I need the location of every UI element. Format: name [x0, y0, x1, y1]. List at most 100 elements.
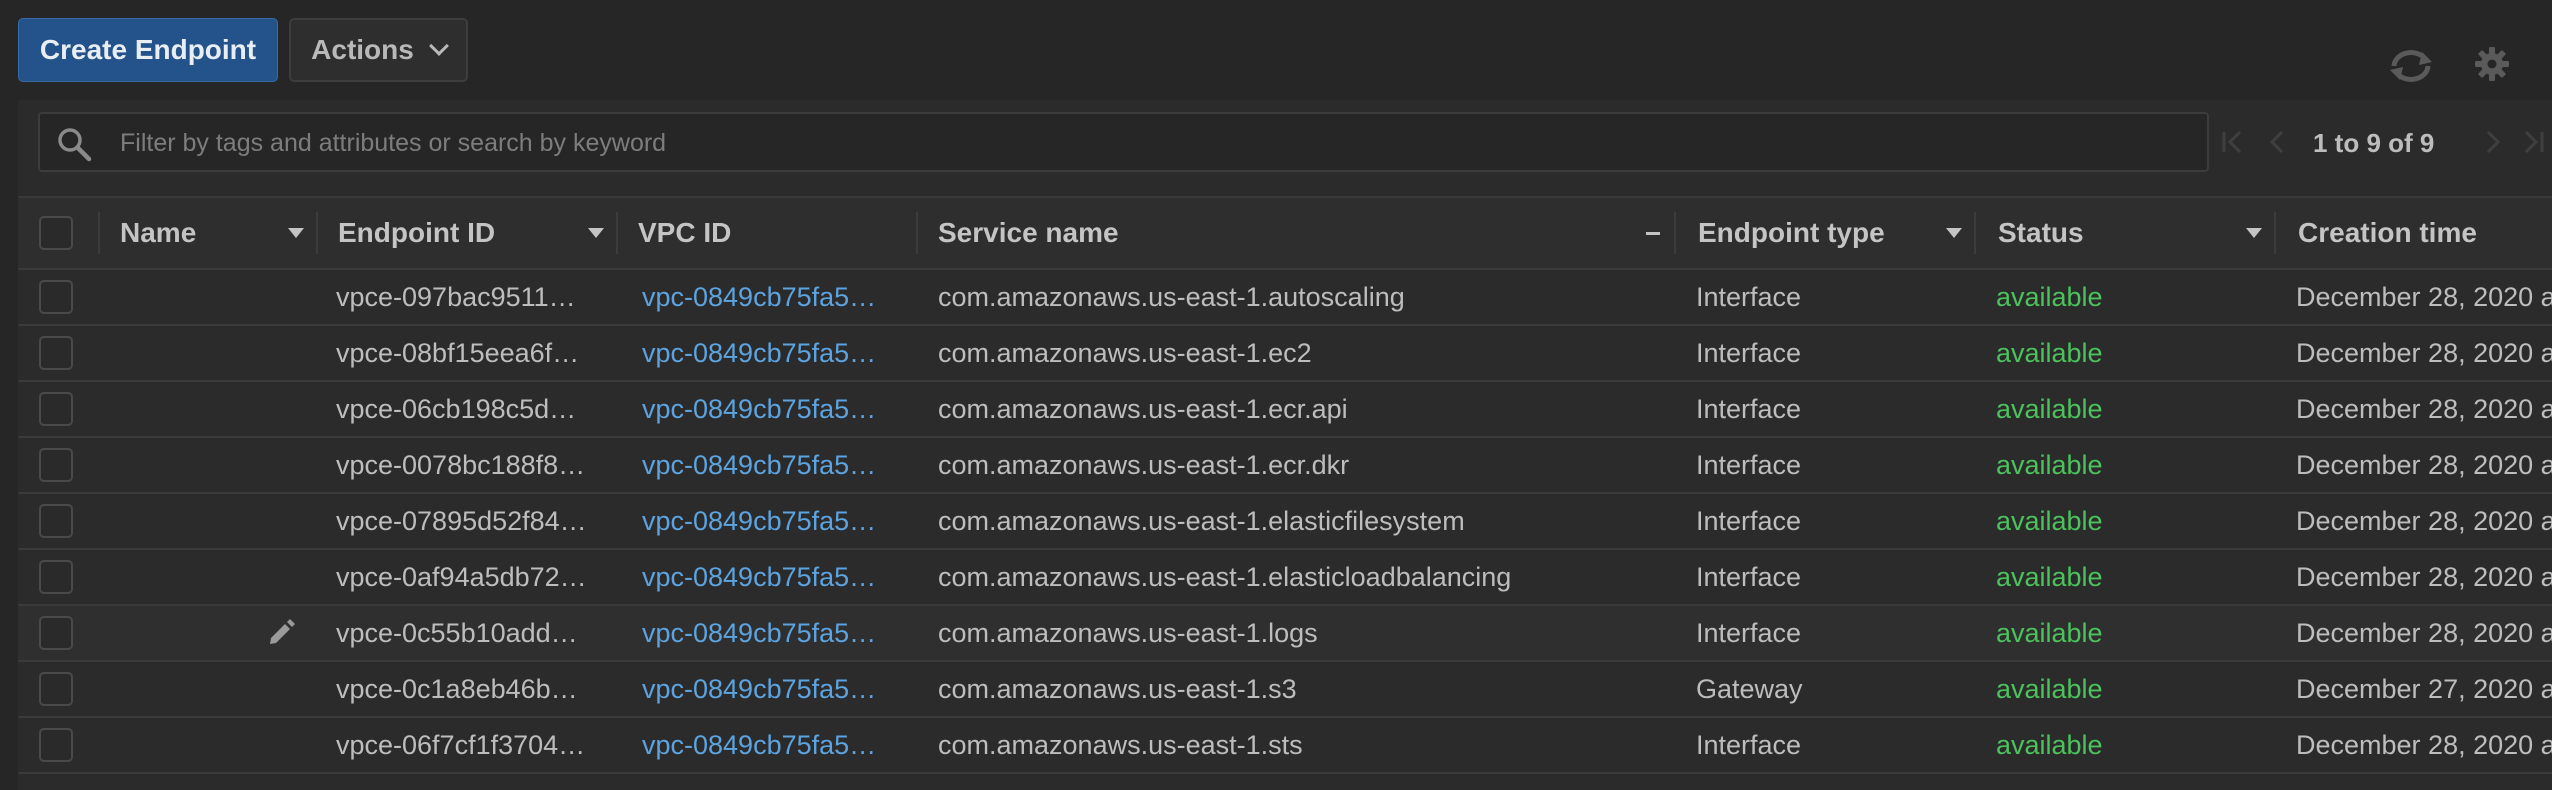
vpc-id-link[interactable]: vpc-0849cb75fa5…	[642, 326, 906, 380]
status-cell: available	[1996, 281, 2103, 312]
row-checkbox[interactable]	[39, 504, 73, 538]
endpoint-id-cell: vpce-0078bc188f8…	[336, 449, 586, 480]
status-cell: available	[1996, 561, 2103, 592]
vpc-id-link[interactable]: vpc-0849cb75fa5…	[642, 494, 906, 548]
endpoint-id-cell: vpce-06cb198c5d…	[336, 393, 577, 424]
endpoint-type-cell: Interface	[1696, 337, 1802, 368]
creation-time-cell: December 28, 2020 a	[2296, 449, 2552, 480]
gear-icon[interactable]	[2474, 46, 2510, 82]
column-divider	[1974, 212, 1976, 254]
column-header-status[interactable]: Status	[1998, 198, 2084, 268]
creation-time-cell: December 28, 2020 a	[2296, 617, 2552, 648]
endpoint-id-cell: vpce-0c55b10add…	[336, 617, 578, 648]
vpc-id-link[interactable]: vpc-0849cb75fa5…	[642, 550, 906, 604]
endpoints-panel: 1 to 9 of 9 Name Endpoint ID VPC ID Serv…	[18, 100, 2552, 790]
row-checkbox[interactable]	[39, 672, 73, 706]
vpc-id-link[interactable]: vpc-0849cb75fa5…	[642, 718, 906, 772]
table-row[interactable]: vpce-08bf15eea6f… vpc-0849cb75fa5… com.a…	[18, 326, 2552, 382]
endpoint-type-cell: Interface	[1696, 393, 1802, 424]
creation-time-cell: December 28, 2020 a	[2296, 337, 2552, 368]
endpoint-id-cell: vpce-0c1a8eb46b…	[336, 673, 578, 704]
row-checkbox[interactable]	[39, 448, 73, 482]
table-row[interactable]: vpce-0af94a5db72… vpc-0849cb75fa5… com.a…	[18, 550, 2552, 606]
row-checkbox[interactable]	[39, 728, 73, 762]
creation-time-cell: December 28, 2020 a	[2296, 561, 2552, 592]
table-row[interactable]: vpce-0078bc188f8… vpc-0849cb75fa5… com.a…	[18, 438, 2552, 494]
endpoint-id-cell: vpce-0af94a5db72…	[336, 561, 587, 592]
endpoint-type-cell: Interface	[1696, 617, 1802, 648]
service-name-cell: com.amazonaws.us-east-1.ecr.api	[938, 393, 1348, 424]
vpc-id-link[interactable]: vpc-0849cb75fa5…	[642, 382, 906, 436]
actions-dropdown-button[interactable]: Actions	[289, 18, 468, 82]
first-page-icon[interactable]	[2218, 126, 2248, 158]
search-input[interactable]	[118, 114, 2202, 172]
table-body: vpce-097bac9511… vpc-0849cb75fa5… com.am…	[18, 270, 2552, 774]
last-page-icon[interactable]	[2518, 126, 2548, 158]
column-divider	[2274, 212, 2276, 254]
table-row[interactable]: vpce-097bac9511… vpc-0849cb75fa5… com.am…	[18, 270, 2552, 326]
table-header: Name Endpoint ID VPC ID Service name End…	[18, 196, 2552, 270]
sort-caret-icon[interactable]	[288, 228, 304, 238]
table-row[interactable]: vpce-0c1a8eb46b… vpc-0849cb75fa5… com.am…	[18, 662, 2552, 718]
create-endpoint-button[interactable]: Create Endpoint	[18, 18, 278, 82]
row-checkbox[interactable]	[39, 336, 73, 370]
endpoint-type-cell: Interface	[1696, 561, 1802, 592]
vpc-id-link[interactable]: vpc-0849cb75fa5…	[642, 270, 906, 324]
pagination-text: 1 to 9 of 9	[2313, 128, 2435, 158]
endpoint-id-cell: vpce-06f7cf1f3704…	[336, 729, 586, 760]
service-name-cell: com.amazonaws.us-east-1.elasticfilesyste…	[938, 505, 1465, 536]
creation-time-cell: December 28, 2020 a	[2296, 729, 2552, 760]
endpoint-id-cell: vpce-08bf15eea6f…	[336, 337, 580, 368]
service-name-cell: com.amazonaws.us-east-1.ecr.dkr	[938, 449, 1350, 480]
column-header-service-name[interactable]: Service name	[938, 198, 1119, 268]
row-checkbox[interactable]	[39, 616, 73, 650]
service-name-cell: com.amazonaws.us-east-1.autoscaling	[938, 281, 1405, 312]
column-divider	[616, 212, 618, 254]
next-page-icon[interactable]	[2478, 126, 2508, 158]
toolbar: Create Endpoint Actions	[0, 0, 2552, 100]
table-row[interactable]: vpce-07895d52f84… vpc-0849cb75fa5… com.a…	[18, 494, 2552, 550]
status-cell: available	[1996, 673, 2103, 704]
vpc-id-link[interactable]: vpc-0849cb75fa5…	[642, 662, 906, 716]
endpoint-type-cell: Interface	[1696, 281, 1802, 312]
column-header-endpoint-id[interactable]: Endpoint ID	[338, 198, 495, 268]
table-row[interactable]: vpce-06f7cf1f3704… vpc-0849cb75fa5… com.…	[18, 718, 2552, 774]
column-divider	[1674, 212, 1676, 254]
column-header-name[interactable]: Name	[120, 198, 196, 268]
endpoint-type-cell: Gateway	[1696, 673, 1803, 704]
row-checkbox[interactable]	[39, 392, 73, 426]
vpc-id-link[interactable]: vpc-0849cb75fa5…	[642, 606, 906, 660]
search-icon	[58, 128, 92, 162]
pencil-icon[interactable]	[266, 618, 296, 648]
table-row[interactable]: vpce-0c55b10add… vpc-0849cb75fa5… com.am…	[18, 606, 2552, 662]
sort-active-icon[interactable]	[1646, 232, 1660, 235]
row-checkbox[interactable]	[39, 280, 73, 314]
service-name-cell: com.amazonaws.us-east-1.elasticloadbalan…	[938, 561, 1512, 592]
vpc-id-link[interactable]: vpc-0849cb75fa5…	[642, 438, 906, 492]
select-all-checkbox[interactable]	[39, 216, 73, 250]
previous-page-icon[interactable]	[2262, 126, 2292, 158]
creation-time-cell: December 28, 2020 a	[2296, 393, 2552, 424]
status-cell: available	[1996, 729, 2103, 760]
status-cell: available	[1996, 617, 2103, 648]
refresh-icon[interactable]	[2386, 46, 2436, 86]
creation-time-cell: December 27, 2020 a	[2296, 673, 2552, 704]
service-name-cell: com.amazonaws.us-east-1.sts	[938, 729, 1303, 760]
sort-caret-icon[interactable]	[1946, 228, 1962, 238]
status-cell: available	[1996, 505, 2103, 536]
creation-time-cell: December 28, 2020 a	[2296, 505, 2552, 536]
column-header-creation-time[interactable]: Creation time	[2298, 198, 2477, 268]
search-box[interactable]	[38, 112, 2209, 172]
service-name-cell: com.amazonaws.us-east-1.logs	[938, 617, 1318, 648]
status-cell: available	[1996, 393, 2103, 424]
actions-label: Actions	[311, 34, 414, 65]
endpoint-type-cell: Interface	[1696, 449, 1802, 480]
sort-caret-icon[interactable]	[588, 228, 604, 238]
column-header-vpc-id[interactable]: VPC ID	[638, 198, 731, 268]
table-row[interactable]: vpce-06cb198c5d… vpc-0849cb75fa5… com.am…	[18, 382, 2552, 438]
row-checkbox[interactable]	[39, 560, 73, 594]
sort-caret-icon[interactable]	[2246, 228, 2262, 238]
status-cell: available	[1996, 337, 2103, 368]
service-name-cell: com.amazonaws.us-east-1.s3	[938, 673, 1297, 704]
column-header-endpoint-type[interactable]: Endpoint type	[1698, 198, 1885, 268]
